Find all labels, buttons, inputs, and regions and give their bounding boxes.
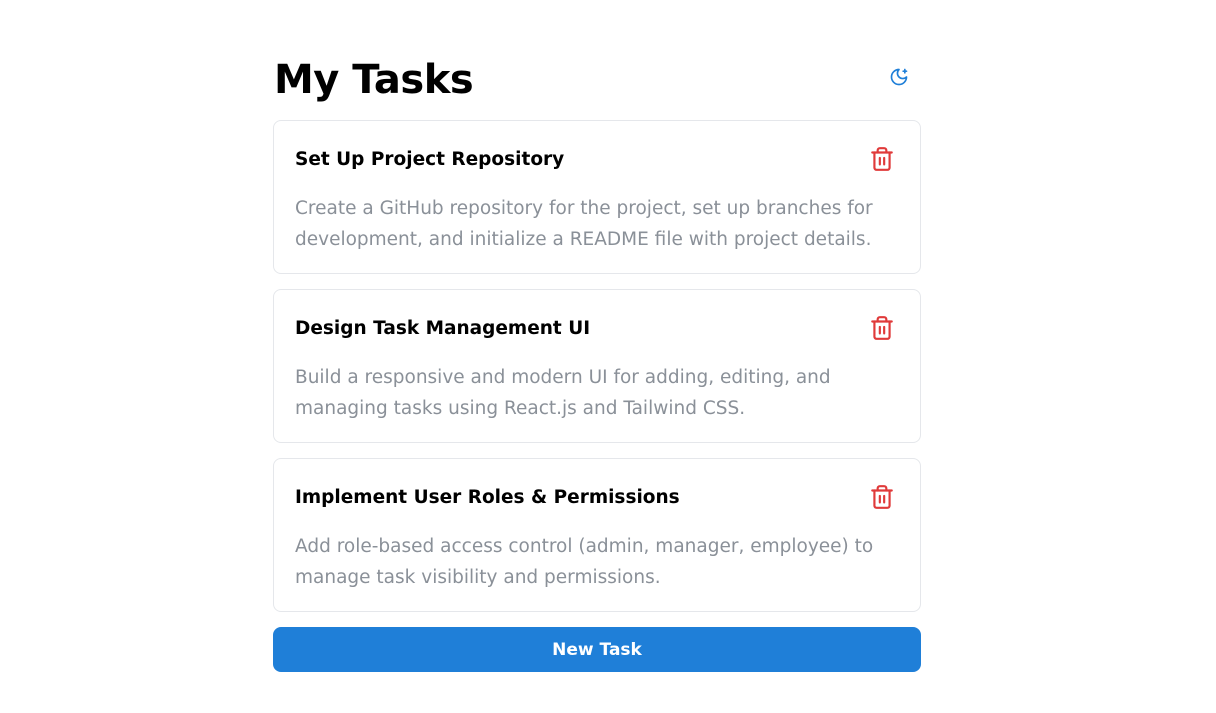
new-task-button[interactable]: New Task [273, 627, 921, 672]
trash-icon [869, 146, 895, 175]
delete-task-button[interactable] [867, 314, 897, 344]
task-card[interactable]: Design Task Management UI Build a respon… [273, 289, 921, 443]
task-title: Design Task Management UI [295, 318, 591, 339]
task-list: Set Up Project Repository Create a GitHu… [273, 120, 921, 612]
task-description: Add role-based access control (admin, ma… [295, 536, 874, 588]
trash-icon [869, 315, 895, 344]
task-app: My Tasks Set Up Project Repository Creat… [273, 0, 921, 672]
task-description: Create a GitHub repository for the proje… [295, 198, 873, 250]
moon-icon [889, 67, 909, 90]
theme-toggle-button[interactable] [884, 63, 914, 93]
task-title: Set Up Project Repository [295, 149, 565, 170]
task-card[interactable]: Implement User Roles & Permissions Add r… [273, 458, 921, 612]
task-description: Build a responsive and modern UI for add… [295, 367, 831, 419]
task-card[interactable]: Set Up Project Repository Create a GitHu… [273, 120, 921, 274]
delete-task-button[interactable] [867, 483, 897, 513]
header: My Tasks [273, 0, 921, 120]
trash-icon [869, 484, 895, 513]
task-title: Implement User Roles & Permissions [295, 487, 680, 508]
delete-task-button[interactable] [867, 145, 897, 175]
page-title: My Tasks [274, 57, 474, 103]
